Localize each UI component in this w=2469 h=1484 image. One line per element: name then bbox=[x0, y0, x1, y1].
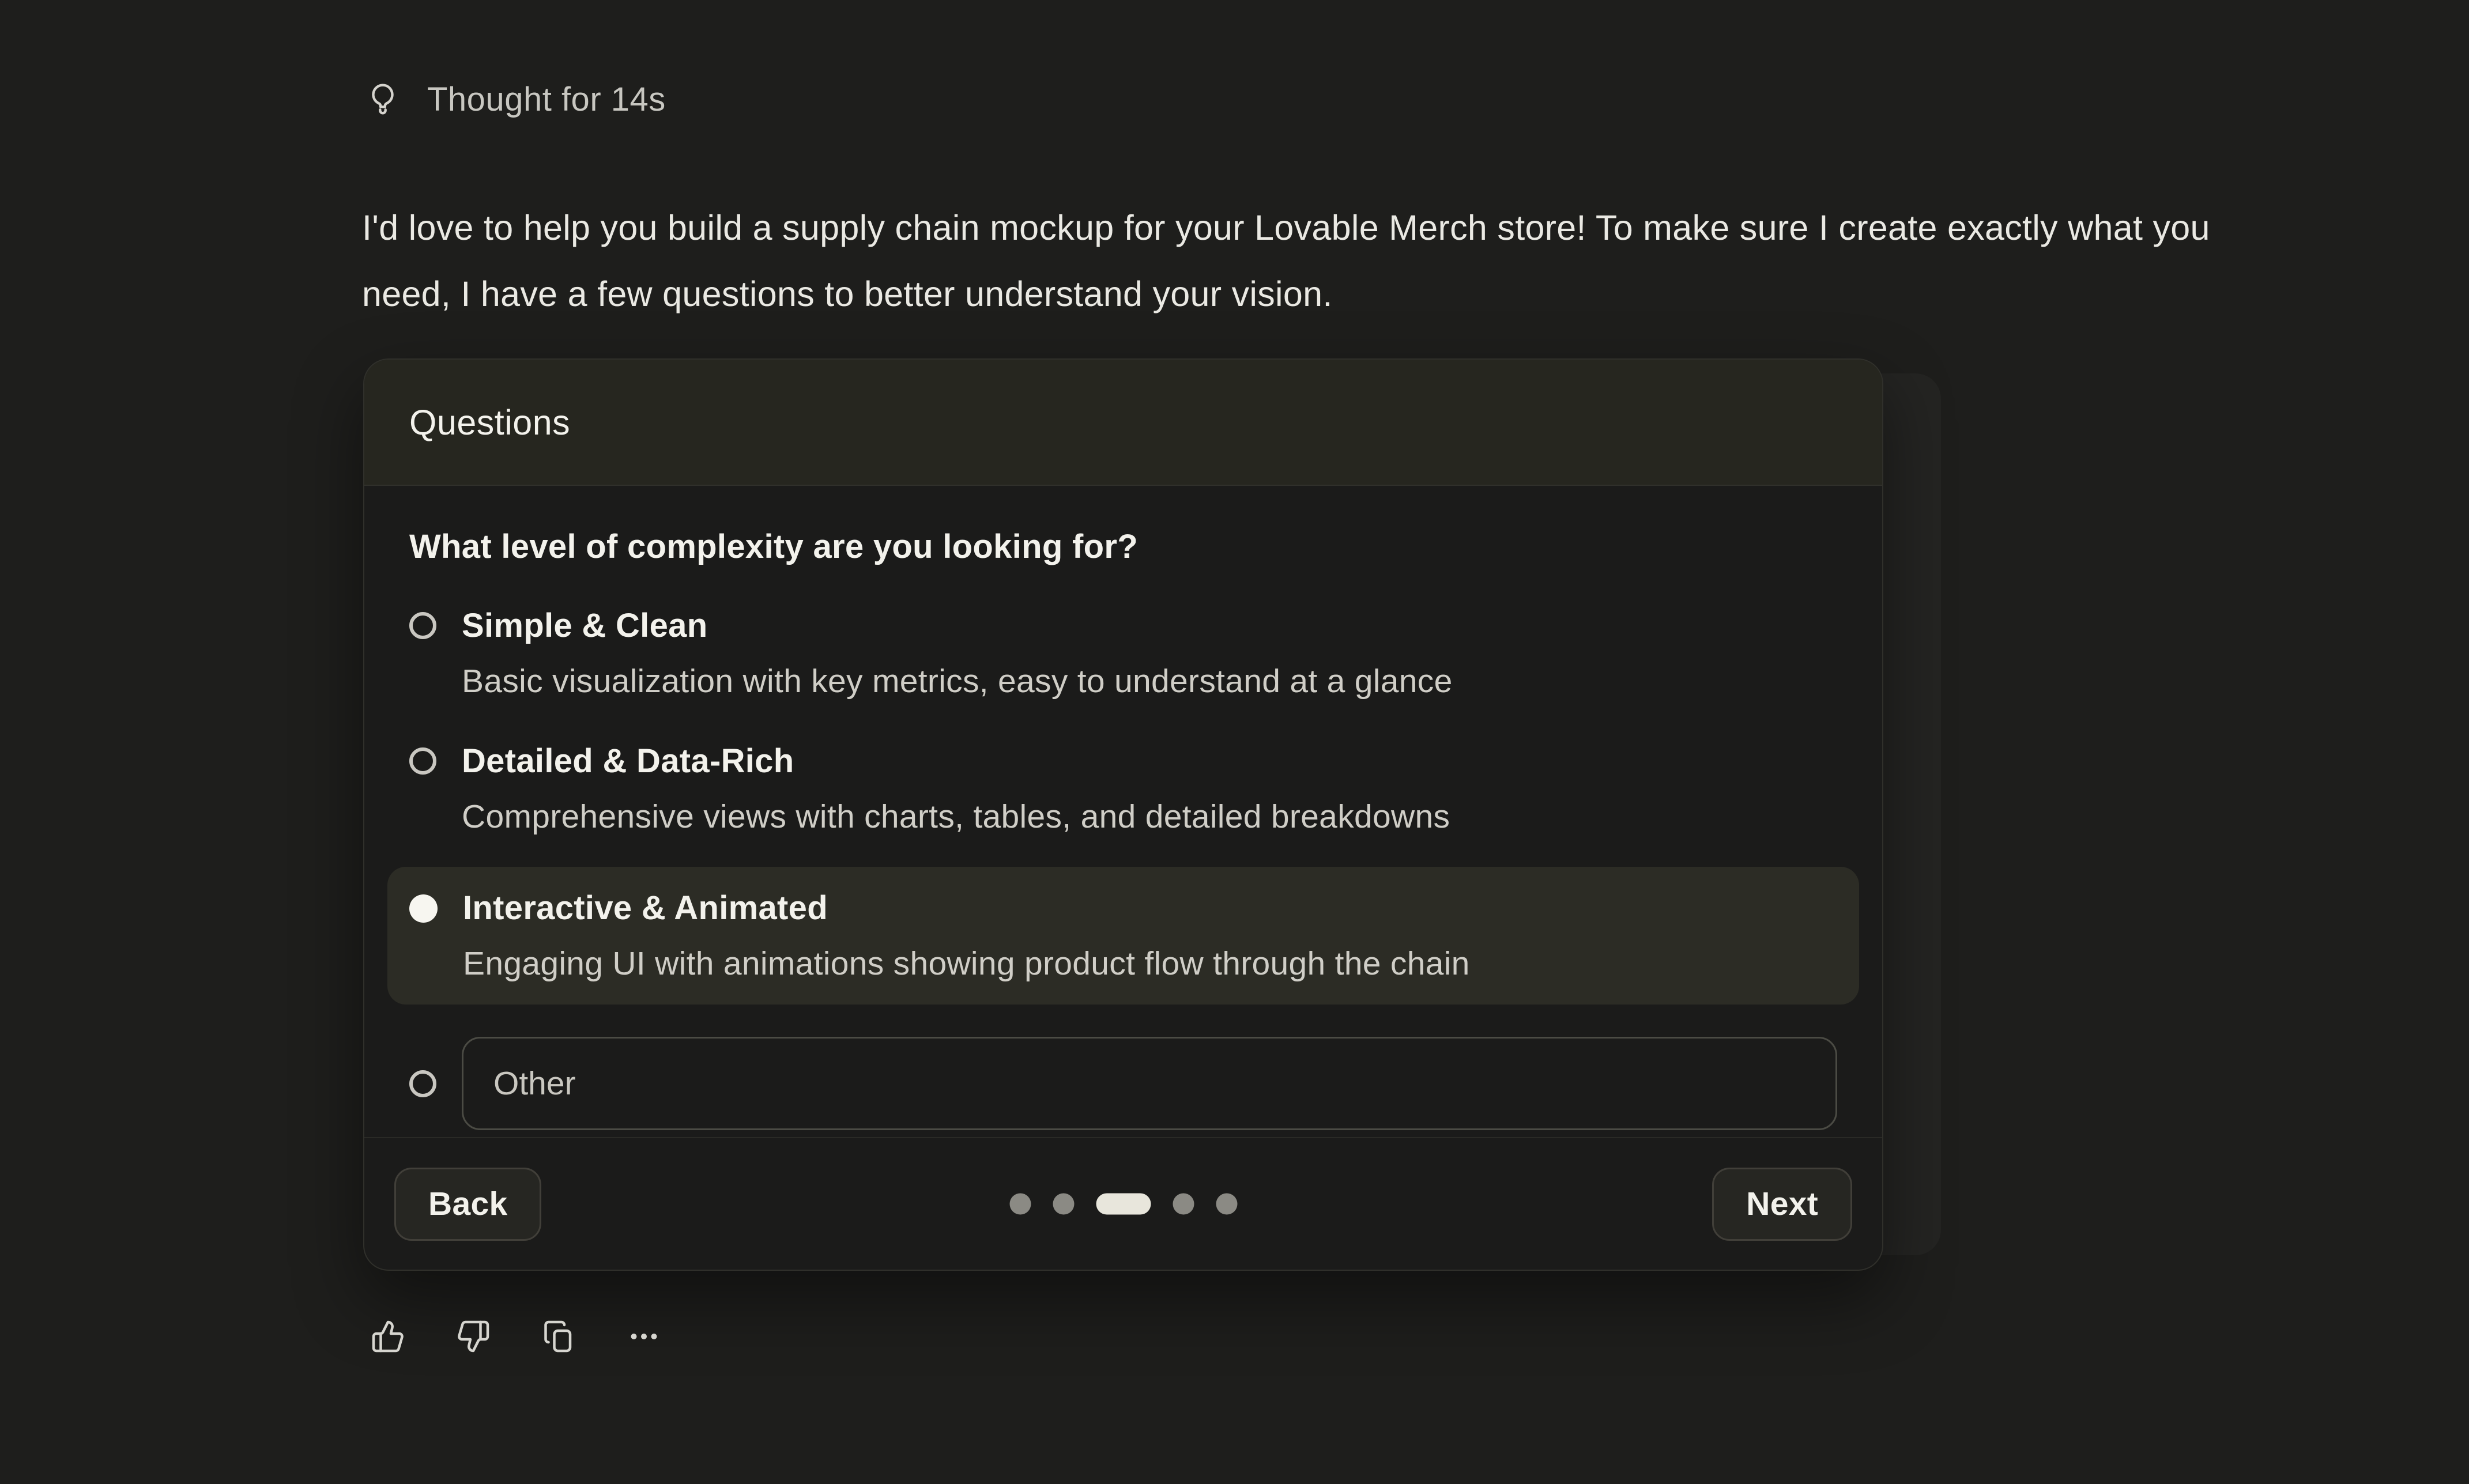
progress-dot-active bbox=[1096, 1194, 1151, 1215]
thumbs-down-button[interactable] bbox=[455, 1319, 491, 1354]
card-header: Questions bbox=[364, 360, 1882, 486]
questions-card: Questions What level of complexity are y… bbox=[363, 358, 1883, 1271]
card-body: What level of complexity are you looking… bbox=[364, 486, 1882, 1137]
radio-unselected-icon[interactable] bbox=[409, 612, 436, 639]
lightbulb-icon bbox=[365, 82, 401, 118]
thumbs-down-icon bbox=[456, 1319, 491, 1354]
progress-dots bbox=[1009, 1194, 1237, 1215]
question-text: What level of complexity are you looking… bbox=[409, 527, 1837, 566]
thought-label: Thought for 14s bbox=[427, 83, 666, 116]
option-simple-clean[interactable]: Simple & Clean Basic visualization with … bbox=[409, 606, 1837, 700]
thumbs-up-icon bbox=[371, 1319, 405, 1354]
option-other[interactable] bbox=[409, 1037, 1837, 1130]
back-button[interactable]: Back bbox=[394, 1168, 541, 1241]
option-description: Comprehensive views with charts, tables,… bbox=[462, 798, 1450, 836]
copy-icon bbox=[541, 1319, 576, 1354]
option-label: Simple & Clean bbox=[462, 606, 1453, 645]
radio-unselected-icon[interactable] bbox=[409, 747, 436, 775]
copy-button[interactable] bbox=[541, 1319, 576, 1354]
progress-dot bbox=[1216, 1194, 1237, 1215]
thumbs-up-button[interactable] bbox=[370, 1319, 406, 1354]
more-options-button[interactable] bbox=[626, 1319, 662, 1354]
other-input[interactable] bbox=[462, 1037, 1837, 1130]
thought-toggle[interactable]: Thought for 14s bbox=[365, 82, 666, 118]
more-options-icon bbox=[627, 1319, 661, 1354]
radio-unselected-icon[interactable] bbox=[409, 1070, 436, 1097]
card-footer: Back Next bbox=[364, 1137, 1882, 1270]
option-text: Simple & Clean Basic visualization with … bbox=[462, 606, 1453, 700]
card-title: Questions bbox=[409, 402, 570, 443]
option-description: Engaging UI with animations showing prod… bbox=[463, 945, 1470, 983]
option-interactive-animated[interactable]: Interactive & Animated Engaging UI with … bbox=[387, 867, 1859, 1005]
option-detailed-data-rich[interactable]: Detailed & Data-Rich Comprehensive views… bbox=[409, 742, 1837, 836]
option-label: Detailed & Data-Rich bbox=[462, 742, 1450, 780]
radio-selected-icon[interactable] bbox=[409, 894, 438, 923]
options-list: Simple & Clean Basic visualization with … bbox=[409, 606, 1837, 1130]
progress-dot bbox=[1009, 1194, 1031, 1215]
next-button[interactable]: Next bbox=[1712, 1168, 1852, 1241]
progress-dot bbox=[1053, 1194, 1074, 1215]
option-label: Interactive & Animated bbox=[463, 889, 1470, 927]
option-description: Basic visualization with key metrics, ea… bbox=[462, 662, 1453, 700]
option-text: Interactive & Animated Engaging UI with … bbox=[463, 889, 1470, 983]
option-text: Detailed & Data-Rich Comprehensive views… bbox=[462, 742, 1450, 836]
message-actions bbox=[370, 1319, 662, 1354]
assistant-message: I'd love to help you build a supply chai… bbox=[362, 195, 2236, 327]
progress-dot bbox=[1173, 1194, 1194, 1215]
